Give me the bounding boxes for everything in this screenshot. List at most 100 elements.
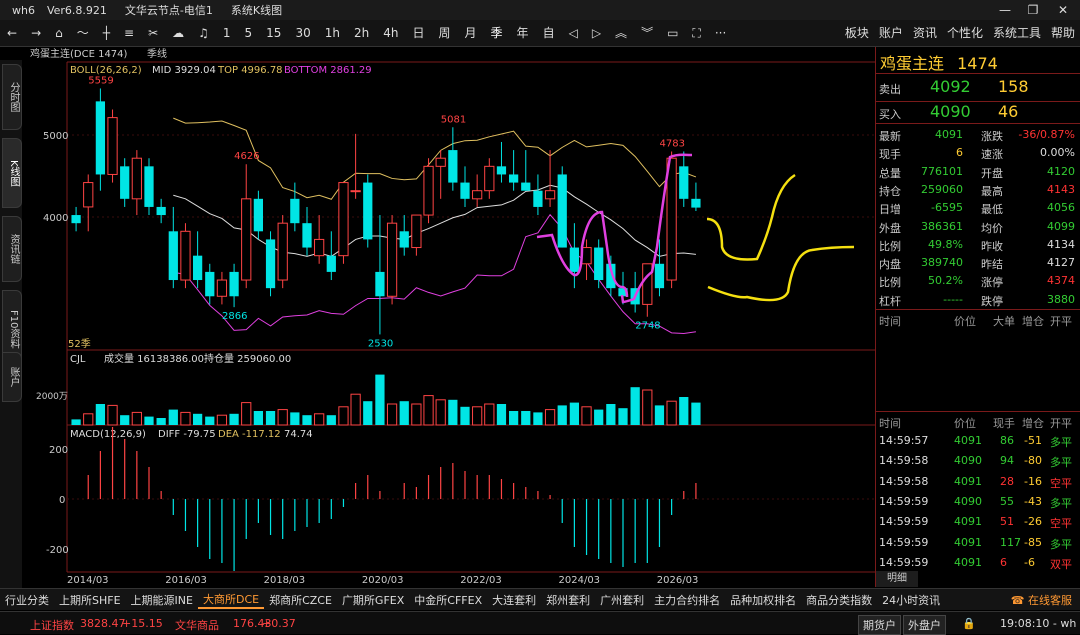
home-icon[interactable]: ⌂ [48,20,70,47]
candle-body [386,222,398,297]
main-toolbar: ← → ⌂ 〜 ┼ ≡ ✂ ☁ ♫ 1 5 15 30 1h 2h 4h 日周月季年自 ◁ ▷… [0,20,1080,47]
foreign-account-button[interactable]: 外盘户 [903,615,946,635]
period-10[interactable]: 季 [484,20,510,47]
sell-row[interactable]: 卖出 4092 158 [876,77,1080,99]
exchange-tab-8[interactable]: 郑州套利 [541,592,595,608]
trade-row[interactable]: 14:59:58 4090 94 -80 多平 [876,452,1080,470]
menu-5[interactable]: 帮助 [1046,20,1080,47]
x-axis-label: 2014/03 [67,575,109,586]
trade-row[interactable]: 14:59:59 4091 51 -26 空平 [876,513,1080,531]
field-label-2: 涨跌 [981,130,1003,143]
exchange-tab-11[interactable]: 品种加权排名 [725,592,801,608]
period-7[interactable]: 日 [405,20,431,47]
field-label: 内盘 [879,258,901,272]
period-4[interactable]: 1h [318,20,347,47]
macd-label[interactable]: MACD(12,26,9) [70,429,146,440]
list-icon[interactable]: ≡ [117,20,141,47]
drawing-yellow-upper[interactable] [706,173,796,261]
period-5[interactable]: 2h [347,20,376,47]
forward-icon[interactable]: → [24,20,48,47]
side-tab-kline[interactable]: K线图 [2,138,22,208]
trade-row[interactable]: 14:59:59 4090 55 -43 多平 [876,493,1080,511]
candle-body [253,198,264,232]
timeshare-icon[interactable]: 〜 [70,20,96,47]
minimize-icon[interactable]: — [990,0,1020,20]
trade-row[interactable]: 14:59:58 4091 28 -16 空平 [876,473,1080,491]
period-1[interactable]: 5 [238,20,260,47]
period-3[interactable]: 30 [288,20,317,47]
volume-bar [302,415,312,425]
macd-diff: DIFF -79.75 [158,429,216,440]
volume-bar [83,413,94,426]
alarm-icon[interactable]: ♫ [191,20,216,47]
menu-1[interactable]: 账户 [874,20,908,47]
exchange-tab-9[interactable]: 广州套利 [595,592,649,608]
candle-body [581,247,592,265]
zoom-in-icon[interactable]: ︽ [608,20,634,47]
volume-indicator-label[interactable]: CJL [70,354,86,365]
futures-account-button[interactable]: 期货户 [858,615,901,635]
layout-icon[interactable]: ▭ [660,20,685,47]
volume-bar [472,406,483,426]
candle-body [302,223,312,248]
tools-icon[interactable]: ✂ [141,20,165,47]
volume-bar [168,409,178,425]
left-arrow-icon[interactable]: ◁ [562,20,585,47]
trade-cell: -85 [1024,535,1042,549]
period-11[interactable]: 年 [510,20,536,47]
trade-row[interactable]: 14:59:59 4091 6 -6 双平 [876,554,1080,572]
zoom-out-icon[interactable]: ︾ [634,20,660,47]
lock-icon[interactable]: 🔒 [962,617,976,630]
period-selector[interactable]: 季线 [147,47,167,60]
menu-2[interactable]: 资讯 [908,20,942,47]
exchange-tab-1[interactable]: 上期所SHFE [54,592,126,608]
volume-bar [654,405,665,425]
menu-0[interactable]: 板块 [840,20,874,47]
big-order-header: 时间 价位 大单 增仓 开平 [876,311,1080,329]
trade-row[interactable]: 14:59:59 4091 117 -85 多平 [876,534,1080,552]
volume-bar [120,415,130,425]
back-icon[interactable]: ← [0,20,24,47]
exchange-tab-2[interactable]: 上期能源INE [126,592,198,608]
side-tab-account[interactable]: 账户 [2,352,22,402]
candle-body [435,157,446,167]
exchange-tab-5[interactable]: 广期所GFEX [337,592,409,608]
exchange-tab-3[interactable]: 大商所DCE [197,591,265,609]
right-arrow-icon[interactable]: ▷ [585,20,608,47]
online-service-button[interactable]: ☎ 在线客服 [1011,592,1072,608]
exchange-tab-7[interactable]: 大连套利 [487,592,541,608]
trade-row[interactable]: 14:59:57 4091 86 -51 多平 [876,432,1080,450]
side-tab-news[interactable]: 资讯链 [2,216,22,282]
expand-icon[interactable]: ⛶ [685,20,707,47]
more-icon[interactable]: ··· [708,20,733,47]
buy-row[interactable]: 买入 4090 46 [876,102,1080,124]
boll-label[interactable]: BOLL(26,26,2) [70,65,142,76]
period-9[interactable]: 月 [458,20,484,47]
detail-tab[interactable]: 明细 [876,571,918,587]
candle-body [557,174,567,248]
trade-list-header: 时间 价位 现手 增仓 开平 [876,413,1080,431]
menu-4[interactable]: 系统工具 [988,20,1046,47]
exchange-tab-10[interactable]: 主力合约排名 [649,592,725,608]
menu-3[interactable]: 个性化 [942,20,988,47]
period-8[interactable]: 周 [432,20,458,47]
period-6[interactable]: 4h [376,20,405,47]
restore-icon[interactable]: ❐ [1018,0,1048,20]
status-bar: 上证指数 3828.47 +15.15 文华商品 176.43 +0.37 期货… [0,611,1080,635]
period-12[interactable]: 自 [536,20,562,47]
exchange-tab-13[interactable]: 24小时资讯 [877,592,945,608]
period-2[interactable]: 15 [259,20,288,47]
exchange-tab-6[interactable]: 中金所CFFEX [409,592,487,608]
side-tab-timeshare[interactable]: 分时图 [2,64,22,130]
field-label: 比例 [879,276,901,290]
kline-icon[interactable]: ┼ [96,20,117,47]
trade-cell: 多平 [1050,436,1072,449]
period-0[interactable]: 1 [216,20,238,47]
exchange-tab-4[interactable]: 郑商所CZCE [264,592,337,608]
kline-chart-area[interactable]: 鸡蛋主连(DCE 1474) 季线 BOLL(26,26,2) MID 3929… [22,47,875,587]
exchange-tab-0[interactable]: 行业分类 [0,592,54,608]
field-label: 外盘 [879,221,901,235]
exchange-tab-12[interactable]: 商品分类指数 [801,592,877,608]
close-icon[interactable]: ✕ [1048,0,1078,20]
cloud-icon[interactable]: ☁ [165,20,191,47]
